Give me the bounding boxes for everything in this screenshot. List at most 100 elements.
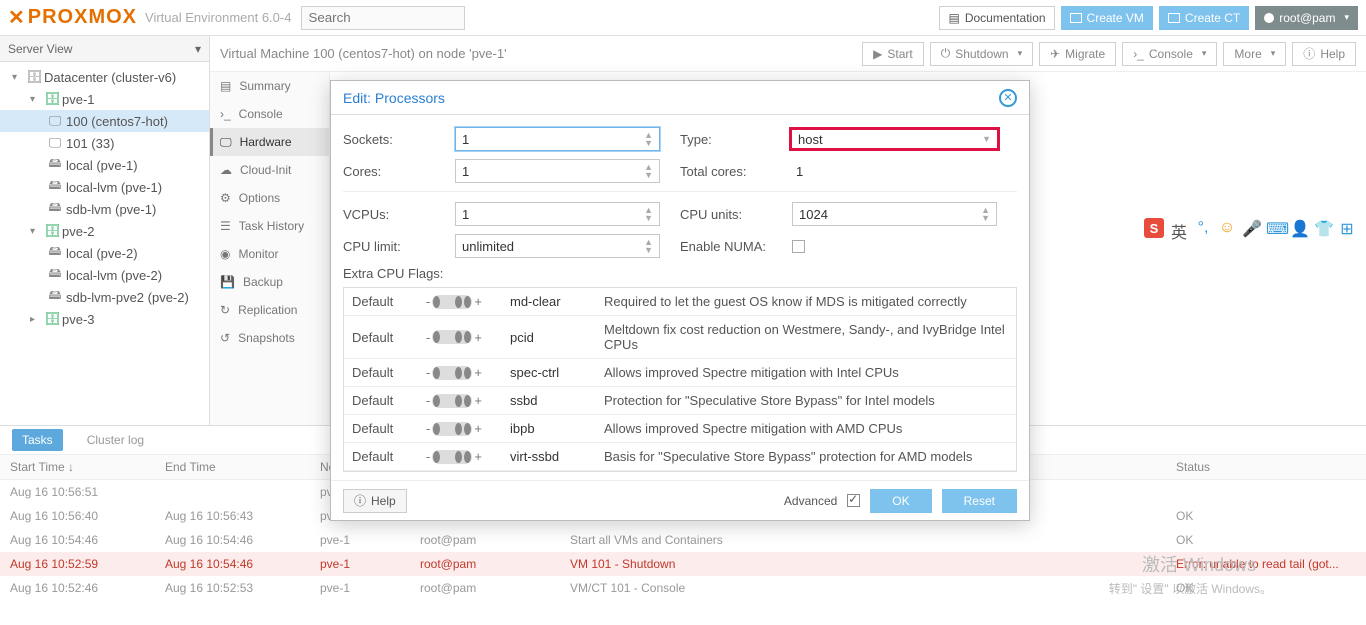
more-button[interactable]: More▾	[1223, 42, 1286, 66]
ok-button[interactable]: OK	[870, 489, 931, 513]
modal-help-button[interactable]: ⓘHelp	[343, 489, 407, 513]
cpu-flag-row: Default- +md-clearRequired to let the gu…	[344, 288, 1016, 316]
migrate-button[interactable]: ✈Migrate	[1039, 42, 1116, 66]
advanced-checkbox[interactable]	[847, 494, 860, 507]
ime-lang[interactable]: 英	[1170, 219, 1188, 237]
reset-button[interactable]: Reset	[942, 489, 1017, 513]
start-button[interactable]: ▶Start	[862, 42, 924, 66]
shutdown-button[interactable]: ⏻Shutdown▾	[930, 42, 1033, 66]
spinner-icon[interactable]: ▲▼	[644, 163, 653, 179]
cores-label: Cores:	[343, 164, 455, 179]
flag-toggle[interactable]: - +	[426, 365, 496, 380]
chevron-down-icon: ▾	[1018, 48, 1023, 59]
task-row[interactable]: Aug 16 10:52:59Aug 16 10:54:46pve-1root@…	[0, 552, 1366, 576]
flag-toggle[interactable]: - +	[426, 330, 496, 345]
flag-toggle[interactable]: - +	[426, 449, 496, 464]
ime-emoji-icon[interactable]: ☺	[1218, 219, 1236, 237]
tree-storage-locallvm2[interactable]: 🖴local-lvm (pve-2)	[0, 264, 209, 286]
create-ct-button[interactable]: Create CT	[1159, 6, 1249, 30]
sidemenu-summary[interactable]: ▤Summary	[210, 72, 329, 100]
ime-toolbox-icon[interactable]: ⊞	[1338, 219, 1356, 237]
numa-label: Enable NUMA:	[680, 239, 792, 254]
sogou-icon[interactable]: S	[1144, 218, 1164, 238]
sidemenu-options[interactable]: ⚙Options	[210, 184, 329, 212]
tree-storage-sdblvm2[interactable]: 🖴sdb-lvm-pve2 (pve-2)	[0, 286, 209, 308]
tab-tasks[interactable]: Tasks	[12, 429, 63, 451]
cpulimit-input[interactable]: unlimited▲▼	[455, 234, 660, 258]
flag-name: ibpb	[510, 421, 590, 436]
tree-storage-local2[interactable]: 🖴local (pve-2)	[0, 242, 209, 264]
tree-node-pve1[interactable]: ▾🗄pve-1	[0, 88, 209, 110]
sidemenu-snapshots[interactable]: ↺Snapshots	[210, 324, 329, 352]
numa-checkbox[interactable]	[792, 240, 805, 253]
sidemenu-taskhistory[interactable]: ☰Task History	[210, 212, 329, 240]
search-input[interactable]	[301, 6, 465, 30]
ime-mic-icon[interactable]: 🎤	[1242, 219, 1260, 237]
tree-node-pve2[interactable]: ▾🗄pve-2	[0, 220, 209, 242]
col-starttime[interactable]: Start Time ↓	[0, 455, 155, 479]
sidemenu-monitor[interactable]: ◉Monitor	[210, 240, 329, 268]
cpu-flag-row: Default- +virt-ssbdBasis for "Speculativ…	[344, 443, 1016, 471]
create-vm-button[interactable]: Create VM	[1061, 6, 1153, 30]
cpulimit-label: CPU limit:	[343, 239, 455, 254]
flag-toggle[interactable]: - +	[426, 294, 496, 309]
spinner-icon[interactable]: ▲▼	[644, 238, 653, 254]
sidemenu-cloudinit[interactable]: ☁Cloud-Init	[210, 156, 329, 184]
disk-icon: 🖴	[48, 176, 62, 198]
console-button[interactable]: ›_Console▾	[1122, 42, 1217, 66]
flag-default-label: Default	[352, 330, 412, 345]
flag-toggle[interactable]: - +	[426, 393, 496, 408]
vcpus-input[interactable]: 1▲▼	[455, 202, 660, 226]
cores-input[interactable]: 1▲▼	[455, 159, 660, 183]
logo-x-icon: ✕	[8, 5, 26, 30]
tree-vm-101[interactable]: 🖵101 (33)	[0, 132, 209, 154]
cpuunits-input[interactable]: 1024▲▼	[792, 202, 997, 226]
ime-skin-icon[interactable]: 👕	[1314, 219, 1332, 237]
help-button[interactable]: ⓘHelp	[1292, 42, 1356, 66]
sidemenu-hardware[interactable]: 🖵Hardware	[210, 128, 329, 156]
flag-default-label: Default	[352, 421, 412, 436]
server-view-header[interactable]: Server View ▾	[0, 36, 209, 62]
spinner-icon[interactable]: ▲▼	[644, 206, 653, 222]
tree-storage-local1[interactable]: 🖴local (pve-1)	[0, 154, 209, 176]
book-icon: ▤	[948, 11, 959, 25]
flag-default-label: Default	[352, 365, 412, 380]
tree-datacenter[interactable]: ▾🗄Datacenter (cluster-v6)	[0, 66, 209, 88]
flag-description: Protection for "Speculative Store Bypass…	[604, 393, 1008, 408]
ime-keyboard-icon[interactable]: ⌨	[1266, 219, 1284, 237]
disk-icon: 🖴	[48, 154, 62, 176]
cube-icon	[1168, 13, 1180, 23]
ime-punct-icon[interactable]: °,	[1194, 219, 1212, 237]
spinner-icon[interactable]: ▲▼	[981, 206, 990, 222]
cpu-flag-row: Default- +spec-ctrlAllows improved Spect…	[344, 359, 1016, 387]
disk-icon: 🖴	[48, 264, 62, 286]
documentation-button[interactable]: ▤Documentation	[939, 6, 1054, 30]
col-endtime[interactable]: End Time	[155, 455, 310, 479]
totalcores-label: Total cores:	[680, 164, 792, 179]
sockets-input[interactable]: 1▲▼	[455, 127, 660, 151]
node-icon: 🗄	[44, 223, 58, 239]
flag-description: Allows improved Spectre mitigation with …	[604, 365, 1008, 380]
tree-storage-locallvm1[interactable]: 🖴local-lvm (pve-1)	[0, 176, 209, 198]
flag-toggle[interactable]: - +	[426, 421, 496, 436]
flag-name: ssbd	[510, 393, 590, 408]
close-icon[interactable]: ✕	[999, 89, 1017, 107]
type-select[interactable]: host▼	[789, 127, 1000, 151]
task-row[interactable]: Aug 16 10:52:46Aug 16 10:52:53pve-1root@…	[0, 576, 1366, 600]
ime-person-icon[interactable]: 👤	[1290, 219, 1308, 237]
task-row[interactable]: Aug 16 10:54:46Aug 16 10:54:46pve-1root@…	[0, 528, 1366, 552]
user-menu-button[interactable]: root@pam	[1255, 6, 1358, 30]
sidemenu-console[interactable]: ›_Console	[210, 100, 329, 128]
tree-vm-100[interactable]: 🖵100 (centos7-hot)	[0, 110, 209, 132]
spinner-icon[interactable]: ▲▼	[644, 131, 653, 147]
tree-storage-sdblvm1[interactable]: 🖴sdb-lvm (pve-1)	[0, 198, 209, 220]
disk-icon: 🖴	[48, 286, 62, 308]
sidemenu-replication[interactable]: ↻Replication	[210, 296, 329, 324]
flag-name: md-clear	[510, 294, 590, 309]
node-icon: 🗄	[44, 91, 58, 107]
col-status[interactable]: Status	[1166, 455, 1366, 479]
sidemenu-backup[interactable]: 💾Backup	[210, 268, 329, 296]
tree-node-pve3[interactable]: ▸🗄pve-3	[0, 308, 209, 330]
tab-clusterlog[interactable]: Cluster log	[77, 429, 154, 451]
monitor-icon: 🖵	[48, 135, 62, 151]
